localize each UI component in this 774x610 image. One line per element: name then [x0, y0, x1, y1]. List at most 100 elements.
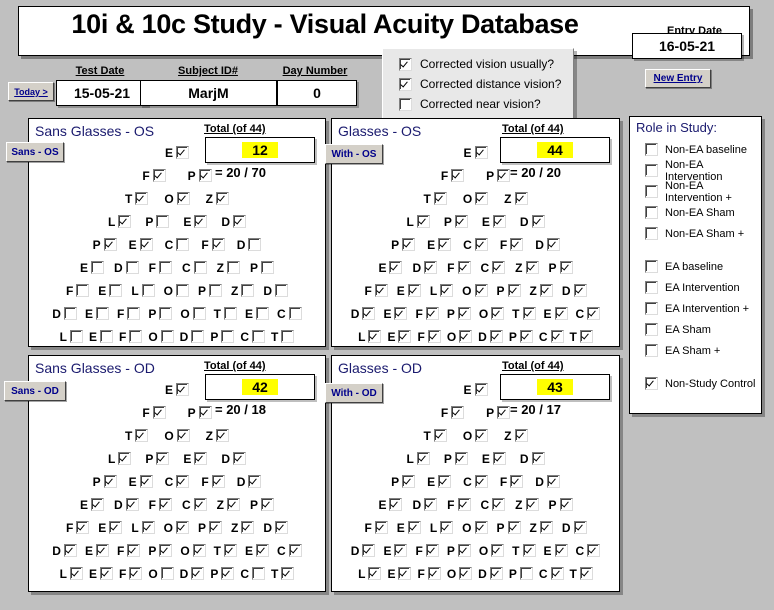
- acuity-checkbox[interactable]: [109, 284, 123, 297]
- acuity-checkbox[interactable]: [224, 307, 238, 320]
- acuity-checkbox[interactable]: [427, 330, 441, 343]
- correction-option-row[interactable]: Corrected vision usually?: [383, 54, 573, 74]
- acuity-checkbox[interactable]: [492, 215, 506, 228]
- acuity-checkbox[interactable]: [438, 475, 452, 488]
- acuity-checkbox[interactable]: [368, 330, 382, 343]
- acuity-checkbox[interactable]: [233, 452, 247, 465]
- acuity-checkbox[interactable]: [288, 544, 302, 557]
- acuity-checkbox[interactable]: [510, 475, 524, 488]
- acuity-checkbox[interactable]: [248, 475, 262, 488]
- acuity-checkbox[interactable]: [209, 284, 223, 297]
- acuity-checkbox[interactable]: [424, 261, 438, 274]
- acuity-checkbox[interactable]: [194, 215, 208, 228]
- acuity-checkbox[interactable]: [519, 567, 533, 580]
- role-item-row[interactable]: Non-EA baseline: [630, 139, 761, 160]
- acuity-checkbox[interactable]: [497, 169, 511, 182]
- acuity-checkbox[interactable]: [433, 192, 447, 205]
- role-item-row[interactable]: Non-EA Sham: [630, 202, 761, 223]
- acuity-checkbox[interactable]: [554, 544, 568, 557]
- acuity-checkbox[interactable]: [362, 307, 376, 320]
- acuity-checkbox[interactable]: [241, 521, 255, 534]
- acuity-checkbox[interactable]: [211, 475, 225, 488]
- role-checkbox[interactable]: [645, 260, 658, 273]
- acuity-checkbox[interactable]: [275, 521, 289, 534]
- acuity-checkbox[interactable]: [427, 567, 441, 580]
- acuity-checkbox[interactable]: [389, 498, 403, 511]
- acuity-checkbox[interactable]: [362, 544, 376, 557]
- acuity-checkbox[interactable]: [211, 238, 225, 251]
- role-item-row[interactable]: EA Sham +: [630, 340, 761, 361]
- acuity-checkbox[interactable]: [216, 192, 230, 205]
- role-checkbox[interactable]: [645, 302, 658, 315]
- role-item-row[interactable]: EA Sham: [630, 319, 761, 340]
- acuity-checkbox[interactable]: [209, 521, 223, 534]
- acuity-checkbox[interactable]: [152, 169, 166, 182]
- acuity-checkbox[interactable]: [129, 330, 143, 343]
- acuity-checkbox[interactable]: [579, 567, 593, 580]
- role-checkbox[interactable]: [645, 227, 658, 240]
- acuity-checkbox[interactable]: [135, 429, 149, 442]
- acuity-checkbox[interactable]: [554, 307, 568, 320]
- acuity-checkbox[interactable]: [63, 544, 77, 557]
- acuity-checkbox[interactable]: [519, 330, 533, 343]
- acuity-checkbox[interactable]: [141, 521, 155, 534]
- acuity-checkbox[interactable]: [194, 452, 208, 465]
- test-date-field[interactable]: 15-05-21: [56, 80, 148, 106]
- acuity-checkbox[interactable]: [233, 215, 247, 228]
- acuity-checkbox[interactable]: [125, 261, 139, 274]
- acuity-checkbox[interactable]: [474, 146, 488, 159]
- acuity-checkbox[interactable]: [425, 307, 439, 320]
- acuity-checkbox[interactable]: [252, 330, 266, 343]
- side-button-sans-od[interactable]: Sans - OD: [4, 381, 66, 401]
- acuity-checkbox[interactable]: [398, 567, 412, 580]
- acuity-checkbox[interactable]: [139, 238, 153, 251]
- role-checkbox[interactable]: [645, 323, 658, 336]
- acuity-checkbox[interactable]: [159, 498, 172, 511]
- role-item-row[interactable]: EA Intervention: [630, 277, 761, 298]
- acuity-checkbox[interactable]: [573, 521, 587, 534]
- acuity-checkbox[interactable]: [191, 567, 205, 580]
- acuity-checkbox[interactable]: [407, 521, 421, 534]
- acuity-checkbox[interactable]: [579, 330, 593, 343]
- acuity-checkbox[interactable]: [261, 498, 275, 511]
- acuity-checkbox[interactable]: [224, 544, 238, 557]
- acuity-checkbox[interactable]: [398, 330, 412, 343]
- acuity-checkbox[interactable]: [454, 452, 468, 465]
- acuity-checkbox[interactable]: [459, 330, 473, 343]
- acuity-checkbox[interactable]: [489, 567, 503, 580]
- acuity-checkbox[interactable]: [63, 307, 77, 320]
- acuity-checkbox[interactable]: [424, 498, 438, 511]
- acuity-checkbox[interactable]: [288, 307, 302, 320]
- acuity-checkbox[interactable]: [451, 406, 465, 419]
- acuity-checkbox[interactable]: [160, 330, 174, 343]
- acuity-checkbox[interactable]: [402, 238, 416, 251]
- acuity-checkbox[interactable]: [103, 475, 117, 488]
- role-checkbox[interactable]: [645, 143, 658, 156]
- acuity-checkbox[interactable]: [454, 215, 468, 228]
- acuity-checkbox[interactable]: [256, 544, 270, 557]
- acuity-checkbox[interactable]: [402, 475, 416, 488]
- correction-checkbox[interactable]: [399, 97, 412, 111]
- side-button-sans-os[interactable]: Sans - OS: [6, 142, 64, 162]
- acuity-checkbox[interactable]: [139, 475, 153, 488]
- entry-date-field[interactable]: 16-05-21: [632, 33, 742, 59]
- acuity-checkbox[interactable]: [275, 284, 289, 297]
- acuity-checkbox[interactable]: [99, 567, 113, 580]
- acuity-checkbox[interactable]: [492, 261, 506, 274]
- acuity-checkbox[interactable]: [497, 406, 511, 419]
- role-item-row[interactable]: Non-EA Sham +: [630, 223, 761, 244]
- acuity-checkbox[interactable]: [221, 567, 235, 580]
- acuity-checkbox[interactable]: [216, 429, 230, 442]
- acuity-checkbox[interactable]: [474, 521, 488, 534]
- acuity-checkbox[interactable]: [176, 521, 189, 534]
- acuity-checkbox[interactable]: [459, 567, 473, 580]
- acuity-checkbox[interactable]: [141, 284, 155, 297]
- acuity-checkbox[interactable]: [103, 238, 117, 251]
- role-item-row[interactable]: EA baseline: [630, 256, 761, 277]
- acuity-checkbox[interactable]: [491, 544, 505, 557]
- acuity-checkbox[interactable]: [192, 544, 206, 557]
- role-item-row[interactable]: Non-EA Intervention: [630, 159, 761, 183]
- role-checkbox[interactable]: [645, 377, 658, 390]
- acuity-checkbox[interactable]: [90, 261, 104, 274]
- acuity-checkbox[interactable]: [227, 498, 241, 511]
